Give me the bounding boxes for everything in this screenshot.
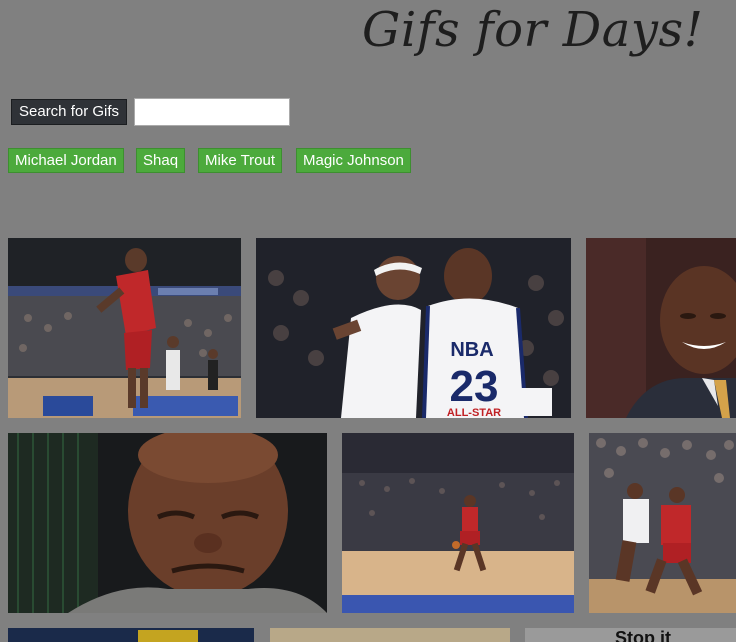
gif-image bbox=[589, 433, 736, 613]
gif-partial-2[interactable] bbox=[270, 628, 510, 642]
gif-image bbox=[8, 433, 327, 613]
gif-partial-3[interactable]: Stop it bbox=[525, 628, 736, 642]
gif-crying-jordan[interactable] bbox=[8, 433, 327, 613]
topic-button-magic-johnson[interactable]: Magic Johnson bbox=[296, 148, 411, 173]
gif-image bbox=[8, 628, 254, 642]
gif-image bbox=[8, 238, 241, 418]
jersey-sub: ALL-STAR bbox=[447, 407, 501, 418]
gif-partial-1[interactable] bbox=[8, 628, 254, 642]
gif-image: NBA 23 ALL-STAR bbox=[256, 238, 571, 418]
gif-caption: Stop it bbox=[615, 628, 671, 642]
jersey-number: 23 bbox=[450, 362, 499, 411]
page-title: Gifs for Days! bbox=[362, 2, 704, 58]
gif-jordan-dribble-court[interactable] bbox=[342, 433, 574, 613]
jersey-text: NBA bbox=[450, 339, 493, 361]
search-input[interactable] bbox=[134, 98, 290, 126]
gif-image bbox=[270, 628, 510, 642]
topic-button-shaq[interactable]: Shaq bbox=[136, 148, 186, 173]
gif-jordan-dunk-arena[interactable] bbox=[8, 238, 241, 418]
gif-jordan-drive-crowd[interactable] bbox=[589, 433, 736, 613]
search-button[interactable]: Search for Gifs bbox=[11, 99, 128, 125]
topic-button-michael-jordan[interactable]: Michael Jordan bbox=[8, 148, 124, 173]
gif-jordan-laughing[interactable] bbox=[586, 238, 736, 418]
gif-iverson-jordan-allstar[interactable]: NBA 23 ALL-STAR bbox=[256, 238, 571, 418]
gif-image bbox=[342, 433, 574, 613]
topic-button-mike-trout[interactable]: Mike Trout bbox=[198, 148, 283, 173]
gif-image bbox=[586, 238, 736, 418]
